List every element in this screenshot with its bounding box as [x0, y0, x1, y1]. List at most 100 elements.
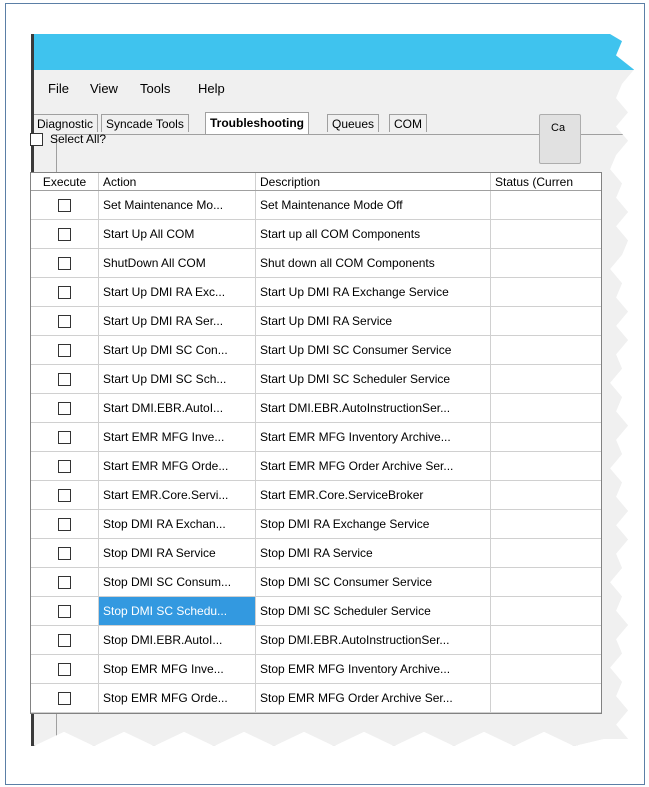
status-cell[interactable] [491, 278, 601, 306]
action-cell[interactable]: Stop DMI.EBR.AutoI... [99, 626, 256, 654]
execute-checkbox[interactable] [58, 575, 71, 589]
menu-tools[interactable]: Tools [140, 81, 170, 96]
description-cell[interactable]: Stop DMI.EBR.AutoInstructionSer... [256, 626, 491, 654]
execute-checkbox[interactable] [58, 604, 71, 618]
execute-checkbox[interactable] [58, 401, 71, 415]
execute-checkbox[interactable] [58, 517, 71, 531]
cancel-button[interactable]: Ca [539, 114, 581, 164]
table-row[interactable]: Start EMR MFG Inve... Start EMR MFG Inven… [31, 423, 601, 452]
description-cell[interactable]: Start EMR MFG Inventory Archive... [256, 423, 491, 451]
table-row[interactable]: Stop EMR MFG Orde... Stop EMR MFG Order A… [31, 684, 601, 713]
execute-checkbox[interactable] [58, 459, 71, 473]
description-cell[interactable]: Stop DMI RA Exchange Service [256, 510, 491, 538]
description-cell[interactable]: Start Up DMI SC Scheduler Service [256, 365, 491, 393]
table-row[interactable]: Stop DMI SC Consum... Stop DMI SC Consume… [31, 568, 601, 597]
execute-checkbox[interactable] [58, 662, 71, 676]
description-cell[interactable]: Shut down all COM Components [256, 249, 491, 277]
execute-checkbox[interactable] [58, 546, 71, 560]
header-status[interactable]: Status (Curren [491, 173, 601, 190]
execute-checkbox[interactable] [58, 633, 71, 647]
description-cell[interactable]: Stop DMI SC Consumer Service [256, 568, 491, 596]
description-cell[interactable]: Start Up DMI SC Consumer Service [256, 336, 491, 364]
status-cell[interactable] [491, 481, 601, 509]
action-cell[interactable]: Stop DMI RA Service [99, 539, 256, 567]
header-action[interactable]: Action [99, 173, 256, 190]
description-cell[interactable]: Set Maintenance Mode Off [256, 191, 491, 219]
action-cell[interactable]: Start Up All COM [99, 220, 256, 248]
execute-checkbox[interactable] [58, 256, 71, 270]
table-row[interactable]: Start DMI.EBR.AutoI... Start DMI.EBR.Auto… [31, 394, 601, 423]
tab-troubleshooting[interactable]: Troubleshooting [205, 112, 309, 134]
status-cell[interactable] [491, 626, 601, 654]
execute-checkbox[interactable] [58, 314, 71, 328]
table-row[interactable]: Start Up All COM Start up all COM Compone… [31, 220, 601, 249]
execute-checkbox[interactable] [58, 430, 71, 444]
execute-checkbox[interactable] [58, 343, 71, 357]
action-cell[interactable]: Start EMR MFG Orde... [99, 452, 256, 480]
action-cell[interactable]: Stop DMI RA Exchan... [99, 510, 256, 538]
table-row[interactable]: Stop DMI SC Schedu... Stop DMI SC Schedul… [31, 597, 601, 626]
action-cell[interactable]: ShutDown All COM [99, 249, 256, 277]
status-cell[interactable] [491, 510, 601, 538]
status-cell[interactable] [491, 597, 601, 625]
description-cell[interactable]: Stop DMI RA Service [256, 539, 491, 567]
execute-checkbox[interactable] [58, 198, 71, 212]
description-cell[interactable]: Start Up DMI RA Exchange Service [256, 278, 491, 306]
action-cell[interactable]: Stop EMR MFG Orde... [99, 684, 256, 712]
status-cell[interactable] [491, 191, 601, 219]
table-row[interactable]: Start Up DMI SC Con... Start Up DMI SC Co… [31, 336, 601, 365]
status-cell[interactable] [491, 655, 601, 683]
header-description[interactable]: Description [256, 173, 491, 190]
action-cell[interactable]: Start Up DMI SC Sch... [99, 365, 256, 393]
description-cell[interactable]: Stop DMI SC Scheduler Service [256, 597, 491, 625]
table-row[interactable]: Stop DMI.EBR.AutoI... Stop DMI.EBR.AutoIn… [31, 626, 601, 655]
table-row[interactable]: Start Up DMI SC Sch... Start Up DMI SC Sc… [31, 365, 601, 394]
action-cell[interactable]: Start Up DMI RA Ser... [99, 307, 256, 335]
tab-syncade-tools[interactable]: Syncade Tools [101, 114, 189, 132]
title-bar[interactable] [34, 34, 634, 70]
status-cell[interactable] [491, 423, 601, 451]
table-row[interactable]: Stop DMI RA Exchan... Stop DMI RA Exchang… [31, 510, 601, 539]
execute-checkbox[interactable] [58, 285, 71, 299]
tab-com[interactable]: COM [389, 114, 427, 132]
description-cell[interactable]: Stop EMR MFG Inventory Archive... [256, 655, 491, 683]
execute-checkbox[interactable] [58, 372, 71, 386]
table-row[interactable]: Stop EMR MFG Inve... Stop EMR MFG Invento… [31, 655, 601, 684]
table-row[interactable]: Start Up DMI RA Exc... Start Up DMI RA Ex… [31, 278, 601, 307]
status-cell[interactable] [491, 336, 601, 364]
action-cell[interactable]: Stop DMI SC Consum... [99, 568, 256, 596]
action-cell[interactable]: Stop DMI SC Schedu... [99, 597, 256, 625]
action-cell[interactable]: Start Up DMI SC Con... [99, 336, 256, 364]
table-row[interactable]: Set Maintenance Mo... Set Maintenance Mod… [31, 191, 601, 220]
description-cell[interactable]: Start DMI.EBR.AutoInstructionSer... [256, 394, 491, 422]
header-execute[interactable]: Execute [31, 173, 99, 190]
description-cell[interactable]: Start up all COM Components [256, 220, 491, 248]
status-cell[interactable] [491, 220, 601, 248]
execute-checkbox[interactable] [58, 691, 71, 705]
table-row[interactable]: Stop DMI RA Service Stop DMI RA Service [31, 539, 601, 568]
menu-view[interactable]: View [90, 81, 118, 96]
execute-checkbox[interactable] [58, 488, 71, 502]
action-cell[interactable]: Set Maintenance Mo... [99, 191, 256, 219]
execute-checkbox[interactable] [58, 227, 71, 241]
status-cell[interactable] [491, 568, 601, 596]
select-all-control[interactable]: Select All? [30, 132, 106, 146]
tab-diagnostic[interactable]: Diagnostic [34, 114, 99, 132]
table-row[interactable]: Start EMR MFG Orde... Start EMR MFG Order… [31, 452, 601, 481]
description-cell[interactable]: Start EMR MFG Order Archive Ser... [256, 452, 491, 480]
menu-file[interactable]: File [48, 81, 69, 96]
status-cell[interactable] [491, 365, 601, 393]
table-row[interactable]: Start Up DMI RA Ser... Start Up DMI RA Se… [31, 307, 601, 336]
action-cell[interactable]: Start EMR MFG Inve... [99, 423, 256, 451]
action-cell[interactable]: Start EMR.Core.Servi... [99, 481, 256, 509]
action-cell[interactable]: Start DMI.EBR.AutoI... [99, 394, 256, 422]
action-cell[interactable]: Stop EMR MFG Inve... [99, 655, 256, 683]
select-all-checkbox[interactable] [30, 132, 43, 146]
status-cell[interactable] [491, 394, 601, 422]
description-cell[interactable]: Stop EMR MFG Order Archive Ser... [256, 684, 491, 712]
table-row[interactable]: ShutDown All COM Shut down all COM Compon… [31, 249, 601, 278]
status-cell[interactable] [491, 684, 601, 712]
action-cell[interactable]: Start Up DMI RA Exc... [99, 278, 256, 306]
description-cell[interactable]: Start Up DMI RA Service [256, 307, 491, 335]
status-cell[interactable] [491, 249, 601, 277]
